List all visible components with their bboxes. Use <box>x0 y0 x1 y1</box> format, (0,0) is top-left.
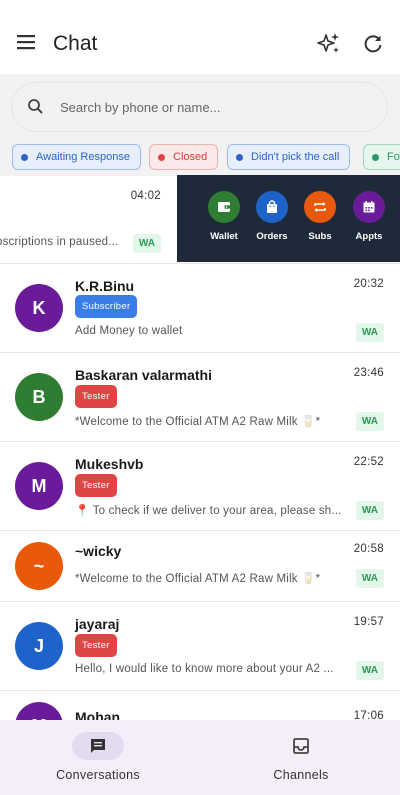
wallet-action-button[interactable]: Wallet <box>202 191 246 242</box>
conversation-row[interactable]: B Baskaran valarmathi 23:46 Tester *Welc… <box>0 353 400 442</box>
appts-action-button[interactable]: Appts <box>347 191 391 242</box>
status-dot <box>372 153 379 161</box>
conversation-preview: Add Money to wallet <box>75 325 183 337</box>
conversation-time: 22:52 <box>353 456 384 468</box>
status-dot <box>158 153 165 161</box>
nav-channels[interactable]: Channels <box>231 732 371 782</box>
contact-tag: Tester <box>75 385 117 408</box>
contact-tag: Tester <box>75 634 117 657</box>
conversation-row[interactable]: M Mohan 17:06 <box>0 691 400 720</box>
wallet-icon <box>208 191 240 223</box>
search-bar[interactable] <box>11 82 388 132</box>
channel-badge: WA <box>355 501 384 520</box>
avatar: K <box>15 284 63 332</box>
filter-chip-label: Fol <box>387 151 400 163</box>
contact-tag: Tester <box>75 474 117 497</box>
row-action-panel: Wallet Orders Subs Appts <box>177 175 400 262</box>
avatar: M <box>15 462 63 510</box>
nav-label: Conversations <box>56 768 140 782</box>
nav-conversations[interactable]: Conversations <box>28 732 168 782</box>
status-dot <box>236 153 243 161</box>
action-label: Subs <box>308 231 332 242</box>
status-dot <box>21 153 28 161</box>
channel-badge: WA <box>132 234 161 253</box>
conversation-preview: oscriptions in paused... <box>0 236 119 248</box>
avatar: J <box>15 622 63 670</box>
contact-name: K.R.Binu <box>75 278 135 294</box>
page-title: Chat <box>53 32 98 55</box>
app-bar: Chat <box>0 0 400 74</box>
conversation-preview: *Welcome to the Official ATM A2 Raw Milk… <box>75 573 321 585</box>
conversation-time: 04:02 <box>130 190 161 202</box>
shopping-bag-icon <box>256 191 288 223</box>
channel-badge: WA <box>355 412 384 431</box>
filter-chips: Awaiting Response Closed Didn't pick the… <box>0 144 400 172</box>
subs-action-button[interactable]: Subs <box>298 191 342 242</box>
refresh-icon[interactable] <box>361 32 385 56</box>
filter-chip-didnt-pick-call[interactable]: Didn't pick the call <box>227 144 351 170</box>
repeat-icon <box>304 191 336 223</box>
filter-chip-closed[interactable]: Closed <box>149 144 219 170</box>
conversation-time: 17:06 <box>353 710 384 720</box>
search-area: Awaiting Response Closed Didn't pick the… <box>0 74 400 176</box>
filter-chip-awaiting-response[interactable]: Awaiting Response <box>12 144 141 170</box>
channel-badge: WA <box>355 569 384 588</box>
orders-action-button[interactable]: Orders <box>250 191 294 242</box>
contact-name: jayaraj <box>75 616 120 632</box>
sparkle-icon[interactable] <box>316 31 342 57</box>
filter-chip-follow-up[interactable]: Fol <box>363 144 400 170</box>
contact-name: Baskaran valarmathi <box>75 367 212 383</box>
avatar: M <box>15 702 63 720</box>
bottom-navigation: Conversations Channels <box>0 720 400 795</box>
contact-name: ~wicky <box>75 543 122 559</box>
conversation-time: 20:58 <box>353 543 384 555</box>
avatar: ~ <box>15 542 63 590</box>
chat-bubble-icon <box>72 732 124 760</box>
filter-chip-label: Didn't pick the call <box>251 151 340 163</box>
filter-chip-label: Awaiting Response <box>36 151 130 163</box>
inbox-icon <box>275 732 327 760</box>
conversation-preview: Hello, I would like to know more about y… <box>75 663 334 675</box>
conversation-time: 23:46 <box>353 367 384 379</box>
action-label: Wallet <box>210 231 238 242</box>
conversation-row[interactable]: J jayaraj 19:57 Tester Hello, I would li… <box>0 602 400 691</box>
search-icon <box>26 97 46 117</box>
filter-chip-label: Closed <box>173 151 208 163</box>
avatar: B <box>15 373 63 421</box>
channel-badge: WA <box>355 323 384 342</box>
conversation-row[interactable]: ~ ~wicky 20:58 *Welcome to the Official … <box>0 531 400 602</box>
conversation-preview: 📍 To check if we deliver to your area, p… <box>75 505 342 517</box>
channel-badge: WA <box>355 661 384 680</box>
conversation-row[interactable]: M Mukeshvb 22:52 Tester 📍 To check if we… <box>0 442 400 531</box>
nav-label: Channels <box>273 768 329 782</box>
conversation-row[interactable]: K K.R.Binu 20:32 Subscriber Add Money to… <box>0 264 400 353</box>
contact-tag: Subscriber <box>75 295 138 318</box>
contact-name: Mohan <box>75 709 121 720</box>
calendar-icon <box>353 191 385 223</box>
conversation-preview: *Welcome to the Official ATM A2 Raw Milk… <box>75 416 321 428</box>
search-input[interactable] <box>60 93 370 121</box>
conversation-time: 20:32 <box>353 278 384 290</box>
contact-name: Mukeshvb <box>75 456 144 472</box>
action-label: Orders <box>256 231 288 242</box>
menu-icon[interactable] <box>14 30 38 54</box>
conversation-time: 19:57 <box>353 616 384 628</box>
action-label: Appts <box>355 231 383 242</box>
